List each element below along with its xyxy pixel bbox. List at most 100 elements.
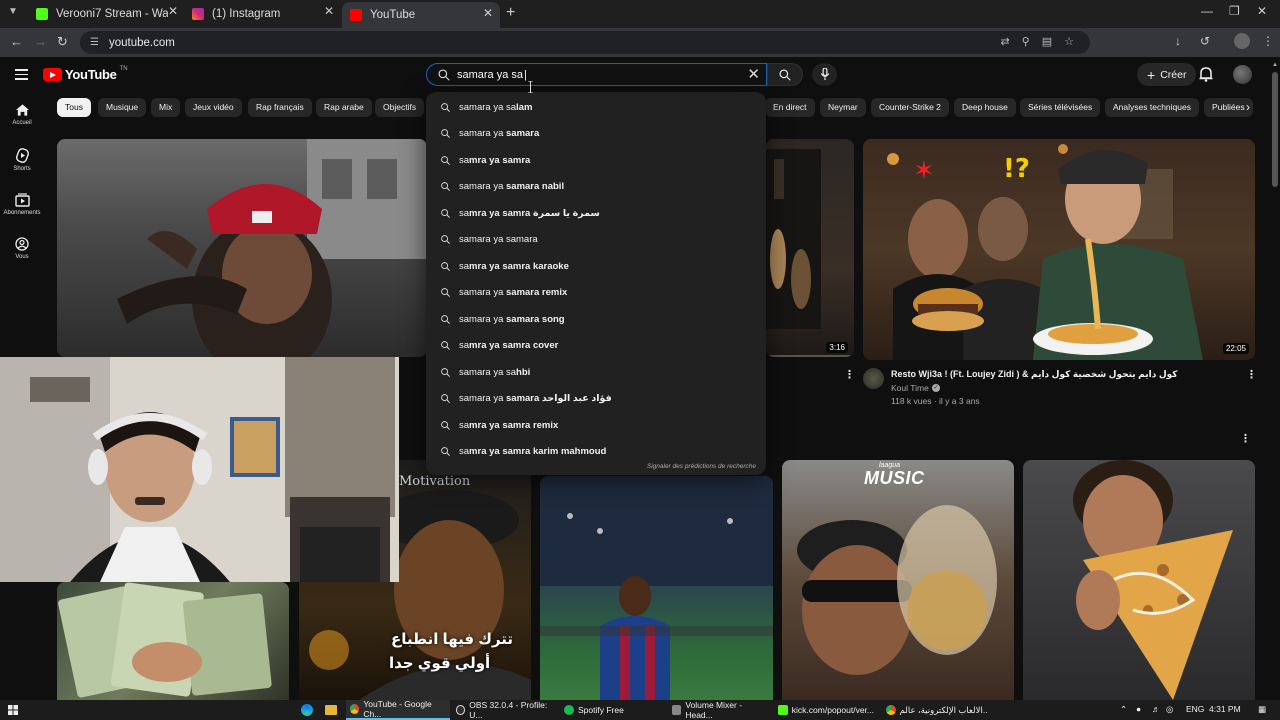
chip-arab-rap[interactable]: Rap arabe xyxy=(316,98,372,117)
notification-center-icon[interactable]: ▦ xyxy=(1258,704,1266,715)
channel-avatar[interactable] xyxy=(863,368,884,389)
tray-speaker-icon[interactable]: ♬ xyxy=(1152,704,1161,714)
suggestion-item[interactable]: samara ya salam xyxy=(426,94,766,121)
close-tab-icon[interactable]: ✕ xyxy=(483,6,493,20)
translate-icon[interactable]: ⇄ xyxy=(1000,35,1009,48)
channel-name[interactable]: Koul Time xyxy=(891,383,929,393)
chevron-right-icon[interactable]: › xyxy=(1246,100,1250,114)
tab-youtube[interactable]: YouTube xyxy=(342,2,500,28)
chip-tv-series[interactable]: Séries télévisées xyxy=(1020,98,1101,117)
guide-item-shorts[interactable]: Shorts xyxy=(0,148,44,172)
shorts-more-options-icon[interactable]: ⋮ xyxy=(1240,432,1251,445)
taskbar-item-spotify[interactable]: Spotify Free xyxy=(560,700,664,720)
short-thumbnail[interactable] xyxy=(57,582,289,700)
suggestion-item[interactable]: samara ya samara فؤاد عبد الواحد xyxy=(426,386,766,413)
suggestion-item[interactable]: samra ya samra remix xyxy=(426,412,766,439)
suggestion-item[interactable]: samara ya samara xyxy=(426,121,766,148)
bookmark-star-icon[interactable]: ☆ xyxy=(1064,35,1074,48)
tray-network-icon[interactable]: ◎ xyxy=(1166,704,1173,715)
tab-instagram[interactable]: (1) Instagram xyxy=(184,4,340,24)
cast-icon[interactable]: ▤ xyxy=(1042,35,1052,48)
youtube-logo[interactable]: YouTube TN xyxy=(43,66,128,82)
guide-item-home[interactable]: Accueil xyxy=(0,103,44,126)
suggestion-item[interactable]: samra ya samra karaoke xyxy=(426,253,766,280)
chip-french-rap[interactable]: Rap français xyxy=(248,98,312,117)
suggestion-item[interactable]: samra ya samra karim mahmoud xyxy=(426,439,766,466)
taskbar-item-volume-mixer[interactable]: Volume Mixer - Head... xyxy=(668,700,770,720)
taskbar-clock[interactable]: 4:31 PM xyxy=(1209,704,1241,714)
new-tab-button[interactable]: + xyxy=(506,4,515,22)
suggestion-item[interactable]: samara ya samara xyxy=(426,227,766,254)
minimize-icon[interactable]: — xyxy=(1201,4,1213,18)
suggestion-item[interactable]: samra ya samra سمرة يا سمرة xyxy=(426,200,766,227)
chip-live[interactable]: En direct xyxy=(765,98,815,117)
hamburger-menu-icon[interactable] xyxy=(15,69,28,83)
suggestion-item[interactable]: samara ya samara nabil xyxy=(426,174,766,201)
video-title[interactable]: Resto Wji3a ! (Ft. Loujey Zidi ) & كول د… xyxy=(891,369,1236,380)
chip-goals[interactable]: Objectifs xyxy=(375,98,425,117)
file-explorer-icon[interactable] xyxy=(325,705,337,715)
scroll-up-icon[interactable]: ▲ xyxy=(1272,62,1278,68)
chip-music[interactable]: Musique xyxy=(98,98,147,117)
chip-video-games[interactable]: Jeux vidéo xyxy=(185,98,242,117)
chip-counter-strike[interactable]: Counter-Strike 2 xyxy=(871,98,949,117)
video-thumbnail[interactable]: ✶ !? 22:05 xyxy=(863,139,1255,360)
tab-kick[interactable]: Verooni7 Stream - Watch Live o xyxy=(28,4,176,24)
close-window-icon[interactable]: ✕ xyxy=(1257,4,1267,18)
scrollbar-thumb[interactable] xyxy=(1272,72,1278,187)
video-thumbnail[interactable] xyxy=(57,139,427,357)
verified-badge-icon: ✓ xyxy=(932,384,940,392)
create-button[interactable]: + Créer xyxy=(1137,63,1197,86)
clear-search-icon[interactable]: ✕ xyxy=(747,65,760,83)
history-icon[interactable]: ↺ xyxy=(1200,34,1210,48)
account-avatar[interactable] xyxy=(1233,65,1252,84)
taskbar-item-obs[interactable]: OBS 32.0.4 - Profile: U... xyxy=(452,700,558,720)
page-scrollbar[interactable]: ▲ ▼ xyxy=(1270,62,1280,706)
voice-search-button[interactable] xyxy=(812,63,837,86)
profile-avatar[interactable] xyxy=(1234,33,1250,49)
edge-icon[interactable] xyxy=(301,704,313,716)
taskbar-item-chrome-window[interactable]: الالعاب الإلكترونية، عالم... xyxy=(882,700,992,720)
zoom-icon[interactable]: ⚲ xyxy=(1022,35,1030,48)
site-info-icon[interactable]: ☰ xyxy=(90,37,99,48)
video-thumbnail[interactable]: 3:16 xyxy=(766,139,854,357)
restore-icon[interactable]: ❐ xyxy=(1229,4,1240,18)
close-tab-icon[interactable]: ✕ xyxy=(324,4,334,18)
keyboard-language[interactable]: ENG xyxy=(1186,704,1204,714)
chrome-menu-icon[interactable]: ⋮ xyxy=(1262,34,1274,48)
search-button[interactable] xyxy=(767,63,803,86)
short-thumbnail[interactable] xyxy=(1023,460,1255,700)
taskbar-item-kick[interactable]: kick.com/popout/ver... xyxy=(774,700,878,720)
tray-microphone-icon[interactable]: ● xyxy=(1136,704,1141,714)
address-bar[interactable]: ☰ youtube.com ⇄ ⚲ ▤ ☆ xyxy=(80,31,1090,54)
forward-icon[interactable]: → xyxy=(34,34,47,49)
suggestion-item[interactable]: samra ya samra xyxy=(426,147,766,174)
suggestion-item[interactable]: samara ya samara song xyxy=(426,306,766,333)
download-icon[interactable]: ↓ xyxy=(1175,34,1181,48)
search-input[interactable]: samara ya sa ✕ xyxy=(426,63,767,86)
chip-all[interactable]: Tous xyxy=(57,98,91,117)
short-thumbnail[interactable] xyxy=(540,476,773,700)
more-options-icon[interactable]: ⋮ xyxy=(1246,368,1257,381)
suggestion-item[interactable]: samara ya samara remix xyxy=(426,280,766,307)
tab-search-icon[interactable]: ▼ xyxy=(8,6,18,17)
taskbar-item-chrome[interactable]: YouTube - Google Ch... xyxy=(346,699,450,720)
chip-deep-house[interactable]: Deep house xyxy=(954,98,1016,117)
suggestion-item[interactable]: samara ya sahbi xyxy=(426,359,766,386)
chip-technical-analysis[interactable]: Analyses techniques xyxy=(1105,98,1199,117)
suggestion-item[interactable]: samra ya samra cover xyxy=(426,333,766,360)
report-predictions-link[interactable]: Signaler des prédictions de recherche xyxy=(647,463,756,470)
chip-mix[interactable]: Mix xyxy=(151,98,181,117)
windows-start-icon[interactable] xyxy=(8,705,18,715)
search-query: samara ya sa xyxy=(457,69,527,81)
more-options-icon[interactable]: ⋮ xyxy=(844,368,855,381)
chip-neymar[interactable]: Neymar xyxy=(820,98,866,117)
tray-overflow-icon[interactable]: ⌃ xyxy=(1120,704,1127,715)
guide-item-subscriptions[interactable]: Abonnements xyxy=(0,193,44,216)
notifications-bell-icon[interactable] xyxy=(1199,66,1213,82)
short-thumbnail[interactable]: laagua MUSIC xyxy=(782,460,1014,700)
back-icon[interactable]: ← xyxy=(10,34,23,49)
guide-item-you[interactable]: Vous xyxy=(0,237,44,260)
reload-icon[interactable]: ↻ xyxy=(57,34,68,50)
close-tab-icon[interactable]: ✕ xyxy=(168,4,178,18)
